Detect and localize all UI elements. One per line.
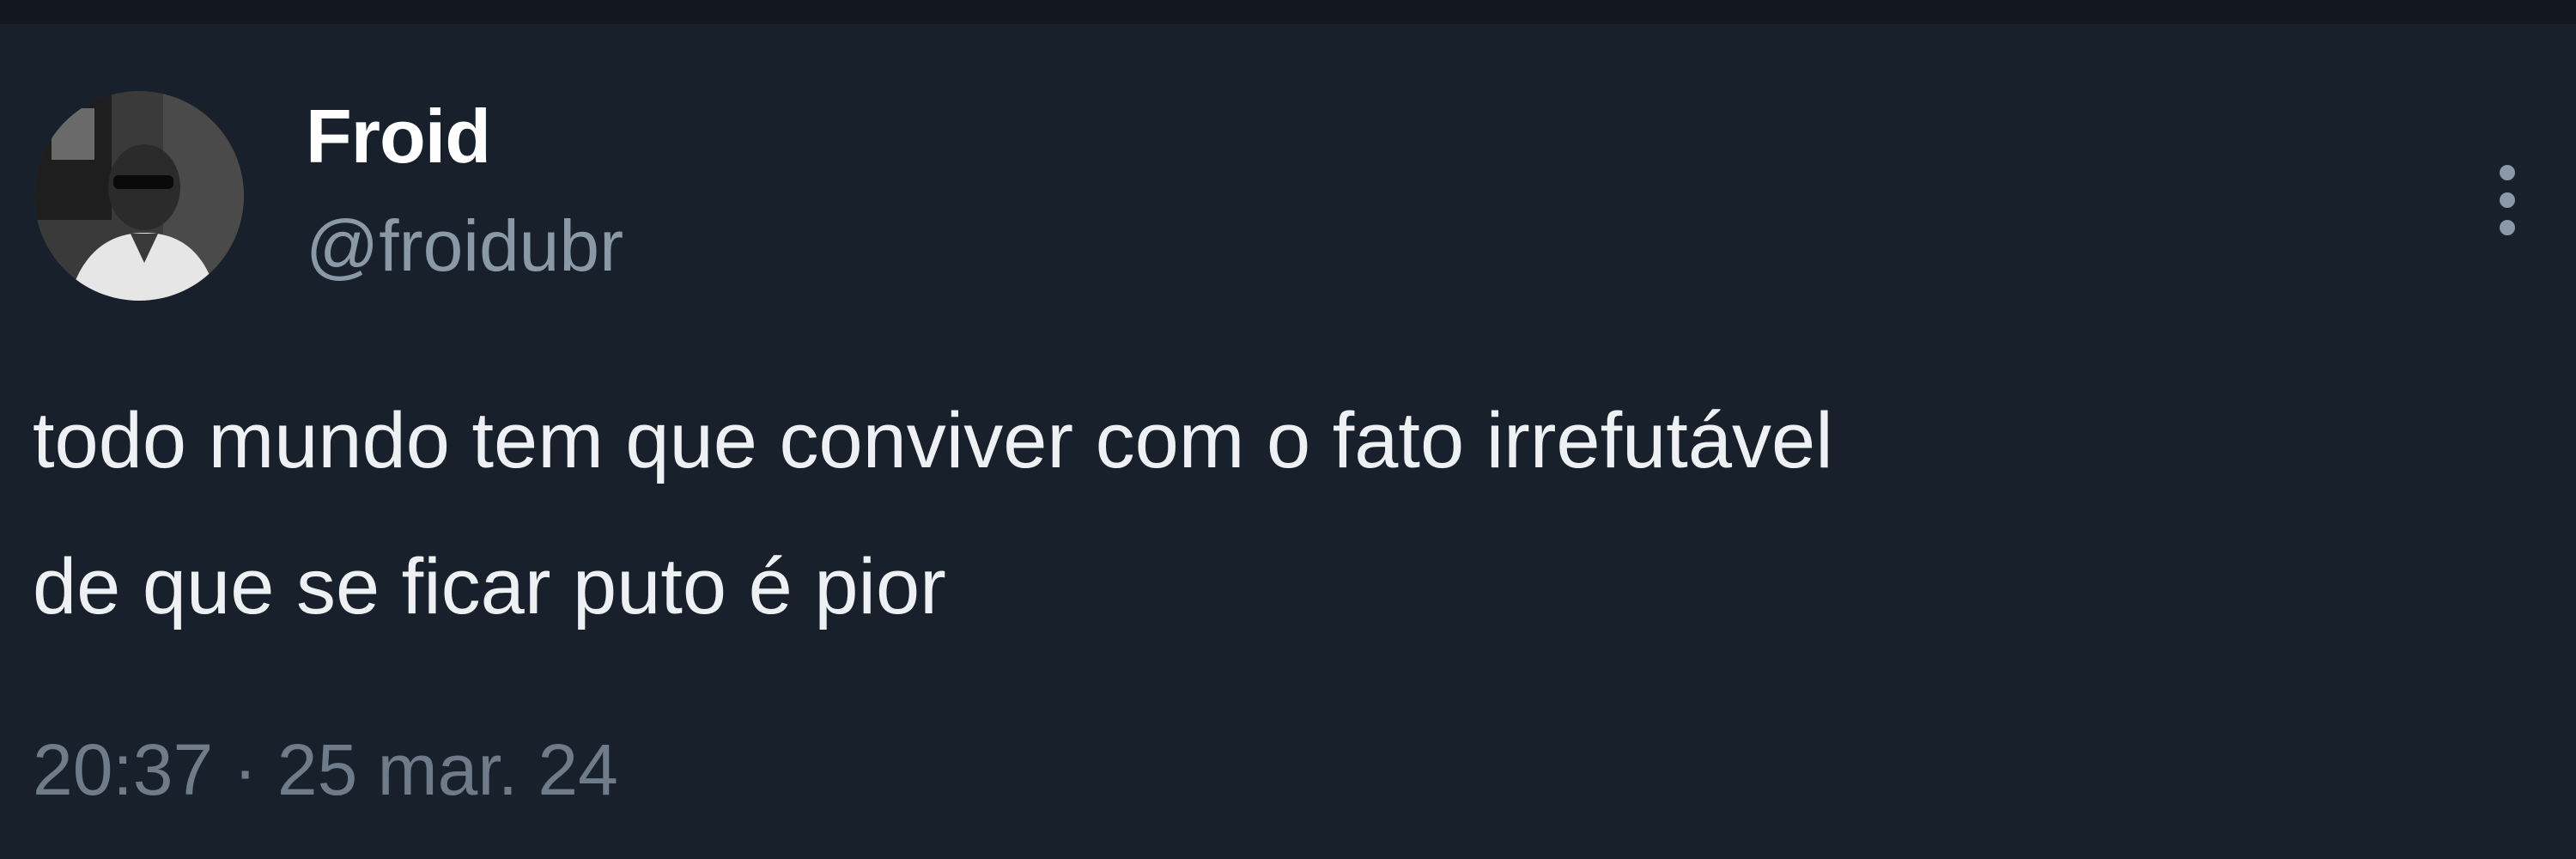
tweet-card: Froid @froidubr todo mundo tem que convi…	[0, 24, 2576, 859]
more-vertical-icon-dot	[2500, 220, 2515, 235]
tweet-text-line: de que se ficar puto é pior	[33, 543, 946, 631]
more-options-button[interactable]	[2473, 153, 2542, 247]
tweet-text: todo mundo tem que conviver com o fato i…	[33, 368, 2540, 660]
tweet-text-line: todo mundo tem que conviver com o fato i…	[33, 397, 1833, 484]
tweet-time: 20:37	[33, 729, 214, 810]
avatar[interactable]	[34, 91, 244, 301]
author-name[interactable]: Froid	[306, 93, 491, 180]
top-divider	[0, 0, 2576, 24]
timestamp-separator: ·	[233, 729, 258, 810]
tweet-timestamp[interactable]: 20:37 · 25 mar. 24	[33, 728, 618, 812]
avatar-image	[34, 91, 244, 301]
tweet-date: 25 mar. 24	[276, 729, 618, 810]
more-vertical-icon-dot	[2500, 192, 2515, 208]
more-vertical-icon	[2500, 165, 2515, 180]
author-handle[interactable]: @froidubr	[306, 204, 623, 288]
